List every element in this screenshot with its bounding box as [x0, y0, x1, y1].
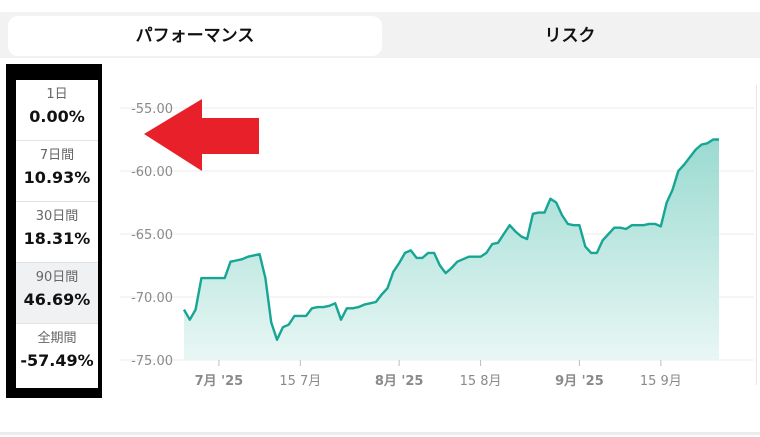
y-tick-label: -70.00 — [131, 291, 173, 306]
bottom-divider — [0, 432, 760, 435]
period-label: 1日 — [46, 87, 68, 102]
x-tick-label: 7月 '25 — [195, 374, 244, 389]
period-item-30d[interactable]: 30日間 18.31% — [16, 202, 98, 263]
y-tick-label: -75.00 — [131, 354, 173, 369]
chart-right-divider — [756, 85, 757, 385]
tab-risk[interactable]: リスク — [382, 16, 758, 56]
period-panel-highlight-box: 1日 0.00% 7日間 10.93% 30日間 18.31% 90日間 46.… — [6, 64, 102, 398]
period-value: 0.00% — [29, 107, 85, 126]
performance-chart[interactable]: -55.00 -60.00 -65.00 -70.00 -75.00 7月 '25 15 … — [100, 70, 760, 400]
period-value: -57.49% — [20, 351, 94, 370]
period-item-all[interactable]: 全期間 -57.49% — [16, 324, 98, 385]
x-tick-label: 15 9月 — [640, 374, 682, 389]
period-item-90d[interactable]: 90日間 46.69% — [16, 263, 98, 324]
period-label: 全期間 — [37, 331, 77, 346]
period-list: 1日 0.00% 7日間 10.93% 30日間 18.31% 90日間 46.… — [16, 80, 98, 388]
x-tick-label: 15 7月 — [279, 374, 321, 389]
period-item-7d[interactable]: 7日間 10.93% — [16, 141, 98, 202]
period-label: 7日間 — [39, 148, 75, 163]
tab-performance[interactable]: パフォーマンス — [8, 16, 382, 56]
tab-bar: パフォーマンス リスク — [0, 12, 760, 58]
x-tick-label: 9月 '25 — [555, 374, 604, 389]
x-tick-label: 15 8月 — [460, 374, 502, 389]
period-value: 46.69% — [23, 290, 91, 309]
period-value: 10.93% — [23, 168, 91, 187]
period-value: 18.31% — [23, 229, 91, 248]
chart-svg: -55.00 -60.00 -65.00 -70.00 -75.00 7月 '25 15 … — [120, 99, 754, 389]
y-tick-label: -65.00 — [131, 228, 173, 243]
x-tick-label: 8月 '25 — [375, 374, 424, 389]
period-label: 30日間 — [35, 209, 79, 224]
y-tick-label: -60.00 — [131, 165, 173, 180]
y-tick-label: -55.00 — [131, 102, 173, 117]
period-item-1d[interactable]: 1日 0.00% — [16, 80, 98, 141]
series-area — [184, 139, 719, 360]
period-label: 90日間 — [35, 270, 79, 285]
